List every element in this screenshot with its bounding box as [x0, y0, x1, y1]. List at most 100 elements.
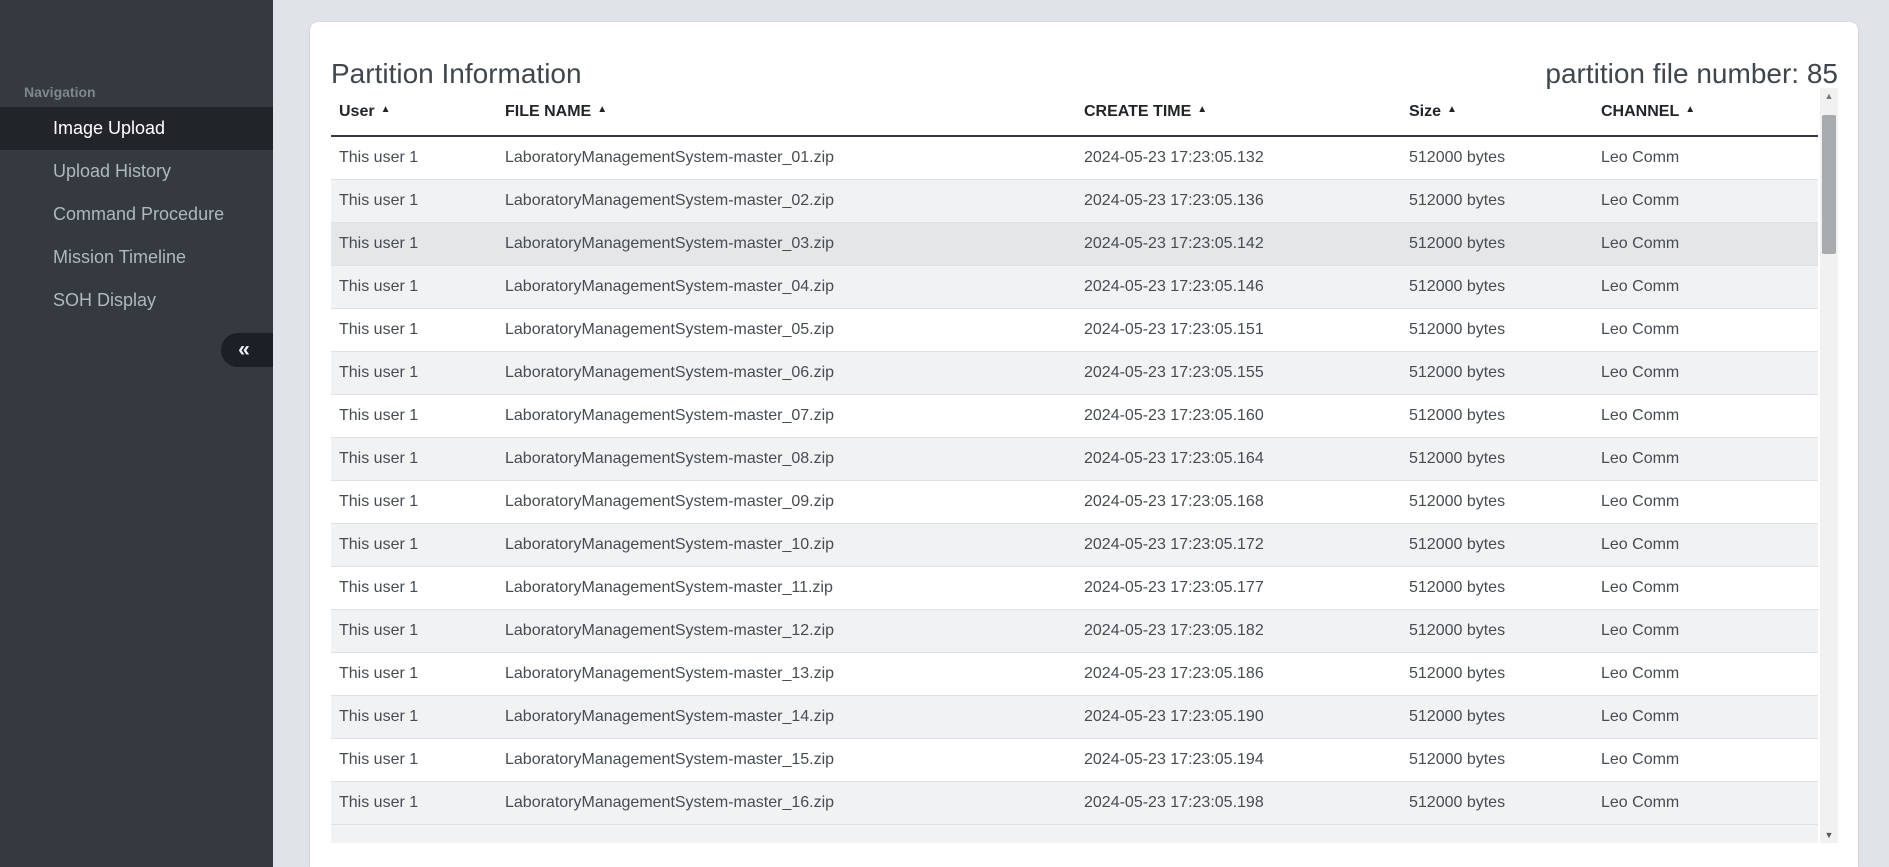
cell-create-time: 2024-05-23 17:23:05.132 — [1076, 136, 1401, 179]
cell-user: This user 1 — [331, 566, 497, 609]
cell-file-name: LaboratoryManagementSystem-master_08.zip — [497, 437, 1076, 480]
table-row[interactable]: This user 1 LaboratoryManagementSystem-m… — [331, 781, 1818, 824]
partial-next-row — [331, 825, 1818, 844]
table-row[interactable]: This user 1 LaboratoryManagementSystem-m… — [331, 480, 1818, 523]
table-body: This user 1 LaboratoryManagementSystem-m… — [331, 136, 1818, 824]
table-row[interactable]: This user 1 LaboratoryManagementSystem-m… — [331, 652, 1818, 695]
table-row[interactable]: This user 1 LaboratoryManagementSystem-m… — [331, 523, 1818, 566]
cell-size: 512000 bytes — [1401, 351, 1593, 394]
column-label: CREATE TIME — [1084, 103, 1191, 120]
table-row[interactable]: This user 1 LaboratoryManagementSystem-m… — [331, 738, 1818, 781]
cell-file-name: LaboratoryManagementSystem-master_07.zip — [497, 394, 1076, 437]
cell-channel: Leo Comm — [1593, 609, 1818, 652]
column-header[interactable]: FILE NAME▲ — [497, 88, 1076, 136]
sidebar-item[interactable]: Upload History — [0, 150, 273, 193]
cell-file-name: LaboratoryManagementSystem-master_06.zip — [497, 351, 1076, 394]
cell-create-time: 2024-05-23 17:23:05.194 — [1076, 738, 1401, 781]
cell-file-name: LaboratoryManagementSystem-master_02.zip — [497, 179, 1076, 222]
column-header[interactable]: User▲ — [331, 88, 497, 136]
cell-create-time: 2024-05-23 17:23:05.164 — [1076, 437, 1401, 480]
vertical-scrollbar[interactable]: ▲ ▼ — [1820, 88, 1838, 843]
cell-channel: Leo Comm — [1593, 308, 1818, 351]
cell-channel: Leo Comm — [1593, 566, 1818, 609]
cell-size: 512000 bytes — [1401, 437, 1593, 480]
sort-ascending-icon: ▲ — [1447, 104, 1457, 115]
cell-user: This user 1 — [331, 179, 497, 222]
sidebar-item[interactable]: SOH Display — [0, 279, 273, 322]
cell-channel: Leo Comm — [1593, 394, 1818, 437]
sort-ascending-icon: ▲ — [1197, 104, 1207, 115]
table-row[interactable]: This user 1 LaboratoryManagementSystem-m… — [331, 136, 1818, 179]
table-row[interactable]: This user 1 LaboratoryManagementSystem-m… — [331, 609, 1818, 652]
table-row[interactable]: This user 1 LaboratoryManagementSystem-m… — [331, 437, 1818, 480]
cell-create-time: 2024-05-23 17:23:05.177 — [1076, 566, 1401, 609]
cell-size: 512000 bytes — [1401, 265, 1593, 308]
table-row[interactable]: This user 1 LaboratoryManagementSystem-m… — [331, 394, 1818, 437]
cell-size: 512000 bytes — [1401, 738, 1593, 781]
cell-size: 512000 bytes — [1401, 566, 1593, 609]
cell-user: This user 1 — [331, 695, 497, 738]
cell-user: This user 1 — [331, 652, 497, 695]
sort-ascending-icon: ▲ — [381, 104, 391, 115]
cell-channel: Leo Comm — [1593, 781, 1818, 824]
table-row[interactable]: This user 1 LaboratoryManagementSystem-m… — [331, 566, 1818, 609]
cell-size: 512000 bytes — [1401, 480, 1593, 523]
page-title: Partition Information — [331, 60, 582, 88]
cell-channel: Leo Comm — [1593, 179, 1818, 222]
sidebar-item[interactable]: Mission Timeline — [0, 236, 273, 279]
cell-create-time: 2024-05-23 17:23:05.168 — [1076, 480, 1401, 523]
cell-file-name: LaboratoryManagementSystem-master_12.zip — [497, 609, 1076, 652]
table-row[interactable]: This user 1 LaboratoryManagementSystem-m… — [331, 179, 1818, 222]
cell-create-time: 2024-05-23 17:23:05.142 — [1076, 222, 1401, 265]
cell-user: This user 1 — [331, 609, 497, 652]
sidebar-item[interactable]: Command Procedure — [0, 193, 273, 236]
sort-ascending-icon: ▲ — [597, 104, 607, 115]
sidebar-item[interactable]: Image Upload — [0, 107, 273, 150]
column-header[interactable]: CREATE TIME ▲ — [1076, 88, 1401, 136]
cell-channel: Leo Comm — [1593, 265, 1818, 308]
scroll-down-arrow-icon: ▼ — [1825, 830, 1834, 840]
cell-channel: Leo Comm — [1593, 695, 1818, 738]
table-row[interactable]: This user 1 LaboratoryManagementSystem-m… — [331, 308, 1818, 351]
table-row[interactable]: This user 1 LaboratoryManagementSystem-m… — [331, 351, 1818, 394]
scroll-down-button[interactable]: ▼ — [1820, 827, 1838, 843]
cell-file-name: LaboratoryManagementSystem-master_11.zip — [497, 566, 1076, 609]
cell-create-time: 2024-05-23 17:23:05.172 — [1076, 523, 1401, 566]
cell-size: 512000 bytes — [1401, 523, 1593, 566]
sidebar-nav: Image Upload Upload History Command Proc… — [0, 107, 273, 322]
cell-size: 512000 bytes — [1401, 308, 1593, 351]
partition-info-card: Partition Information partition file num… — [310, 22, 1858, 867]
cell-size: 512000 bytes — [1401, 652, 1593, 695]
cell-size: 512000 bytes — [1401, 695, 1593, 738]
scroll-up-button[interactable]: ▲ — [1820, 88, 1838, 104]
table-row[interactable]: This user 1 LaboratoryManagementSystem-m… — [331, 265, 1818, 308]
partition-file-number: partition file number: 85 — [1545, 60, 1838, 88]
sidebar-collapse-button[interactable]: « — [221, 333, 273, 367]
cell-size: 512000 bytes — [1401, 136, 1593, 179]
cell-create-time: 2024-05-23 17:23:05.146 — [1076, 265, 1401, 308]
scrollbar-thumb[interactable] — [1822, 115, 1836, 254]
cell-channel: Leo Comm — [1593, 652, 1818, 695]
cell-user: This user 1 — [331, 437, 497, 480]
cell-user: This user 1 — [331, 308, 497, 351]
column-header[interactable]: Size ▲ — [1401, 88, 1593, 136]
cell-create-time: 2024-05-23 17:23:05.186 — [1076, 652, 1401, 695]
cell-file-name: LaboratoryManagementSystem-master_15.zip — [497, 738, 1076, 781]
table-row[interactable]: This user 1 LaboratoryManagementSystem-m… — [331, 222, 1818, 265]
cell-user: This user 1 — [331, 480, 497, 523]
cell-create-time: 2024-05-23 17:23:05.155 — [1076, 351, 1401, 394]
cell-user: This user 1 — [331, 394, 497, 437]
cell-create-time: 2024-05-23 17:23:05.198 — [1076, 781, 1401, 824]
column-label: Size — [1409, 103, 1441, 120]
column-header[interactable]: CHANNEL▲ — [1593, 88, 1818, 136]
table-row[interactable]: This user 1 LaboratoryManagementSystem-m… — [331, 695, 1818, 738]
cell-size: 512000 bytes — [1401, 609, 1593, 652]
cell-channel: Leo Comm — [1593, 738, 1818, 781]
table-header-row: User▲ FILE NAME▲ CREATE TIME ▲ Size ▲ CHAN… — [331, 88, 1818, 136]
cell-file-name: LaboratoryManagementSystem-master_05.zip — [497, 308, 1076, 351]
cell-user: This user 1 — [331, 351, 497, 394]
cell-channel: Leo Comm — [1593, 136, 1818, 179]
cell-channel: Leo Comm — [1593, 222, 1818, 265]
cell-channel: Leo Comm — [1593, 480, 1818, 523]
cell-create-time: 2024-05-23 17:23:05.160 — [1076, 394, 1401, 437]
